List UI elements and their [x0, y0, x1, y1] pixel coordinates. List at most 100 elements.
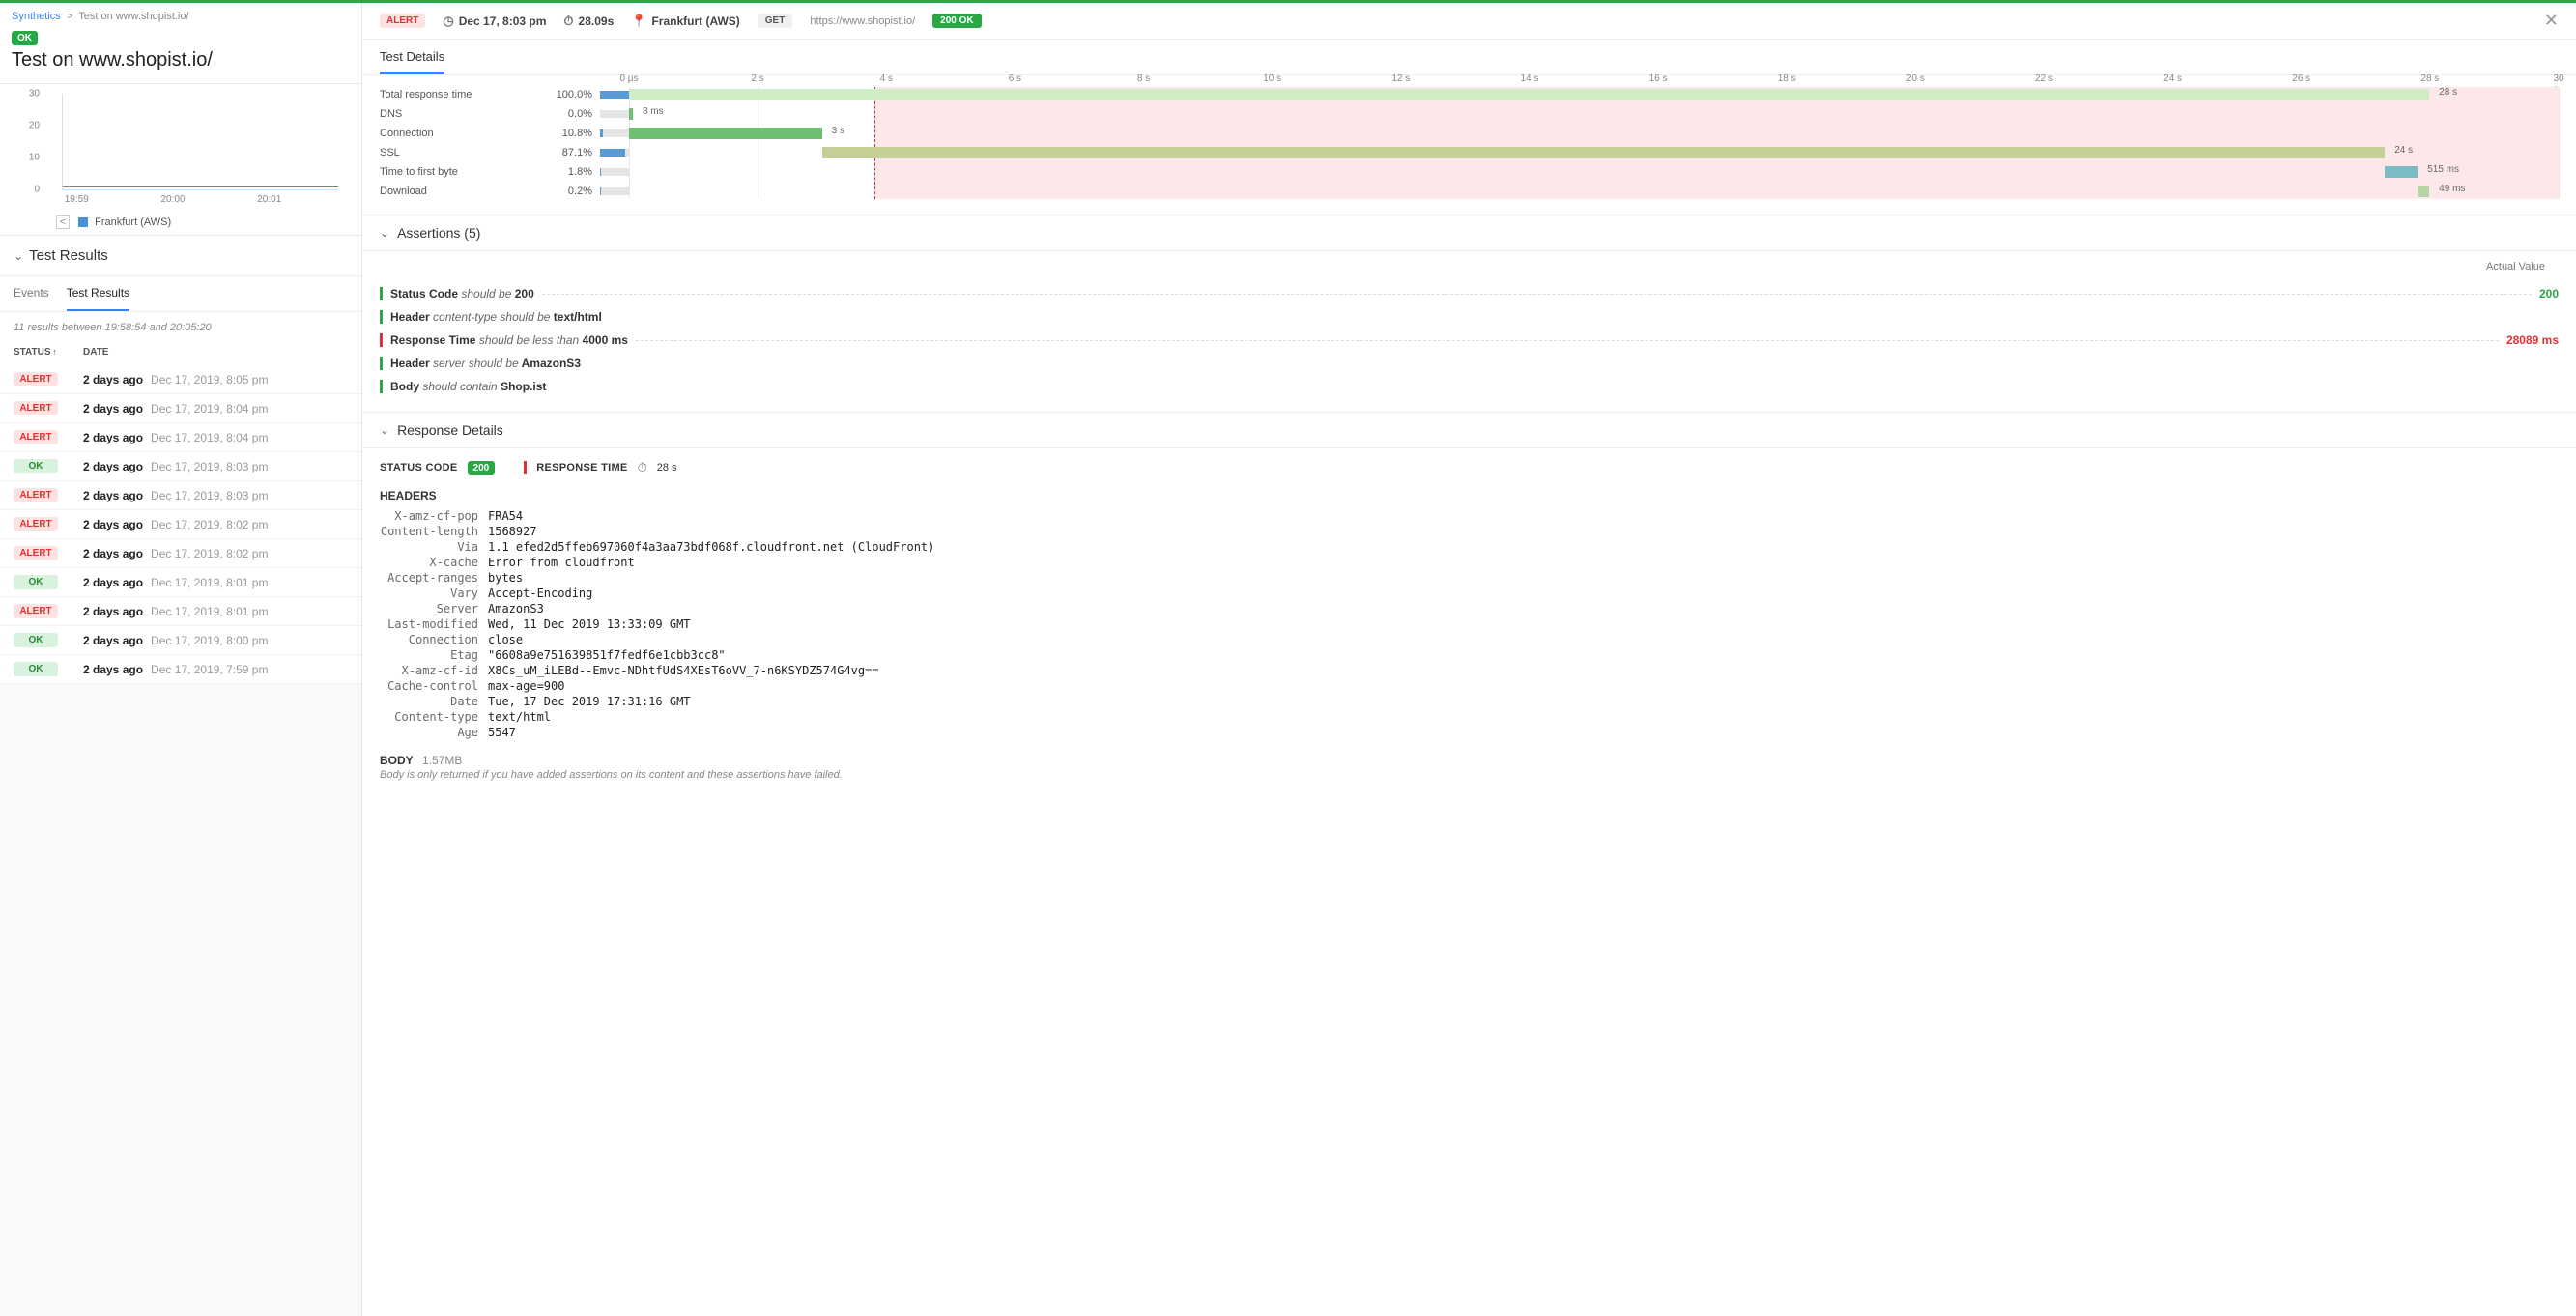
header-row: Via1.1 efed2d5ffeb697060f4a3aa73bdf068f.… — [380, 539, 2559, 555]
header-key: X-amz-cf-id — [380, 664, 478, 677]
table-row[interactable]: OK2 days agoDec 17, 2019, 8:01 pm — [0, 568, 361, 597]
tab-events[interactable]: Events — [14, 276, 49, 311]
waterfall-fail-region — [874, 87, 2559, 199]
breadcrumb-root[interactable]: Synthetics — [12, 11, 61, 22]
breadcrumb: Synthetics > Test on www.shopist.io/ — [12, 11, 350, 22]
header-key: Server — [380, 602, 478, 615]
waterfall-threshold-line — [874, 87, 875, 199]
status-code-badge: 200 — [468, 461, 496, 475]
assertion-status-bar — [380, 310, 383, 324]
waterfall-minibar — [600, 91, 629, 99]
date-relative: 2 days ago — [83, 605, 143, 618]
waterfall-tick: 8 s — [1137, 73, 1150, 84]
assertion-row: Body should contain Shop.ist — [380, 375, 2559, 398]
table-row[interactable]: OK2 days agoDec 17, 2019, 8:00 pm — [0, 626, 361, 655]
header-key: X-cache — [380, 556, 478, 569]
http-method-pill: GET — [758, 14, 793, 28]
waterfall-bar — [629, 108, 633, 120]
waterfall-minibar — [600, 129, 629, 137]
assertions-title: Assertions (5) — [397, 225, 480, 241]
col-date[interactable]: DATE — [83, 347, 348, 358]
date-relative: 2 days ago — [83, 373, 143, 386]
assertion-text: Response Time should be less than 4000 m… — [390, 333, 628, 347]
header-key: Date — [380, 695, 478, 708]
results-meta: 11 results between 19:58:54 and 20:05:20 — [0, 312, 361, 343]
waterfall-tick: 0 μs — [619, 73, 638, 84]
body-size: 1.57MB — [422, 754, 462, 767]
results-table-head: STATUS↑ DATE — [0, 343, 361, 365]
table-row[interactable]: ALERT2 days agoDec 17, 2019, 8:03 pm — [0, 481, 361, 510]
waterfall-bar-label: 8 ms — [643, 106, 664, 117]
chevron-down-icon: ⌄ — [380, 423, 389, 437]
assertion-actual-value: 200 — [2539, 287, 2559, 300]
header-value: Accept-Encoding — [488, 586, 2559, 600]
waterfall-bar — [2418, 186, 2429, 197]
waterfall-bar-label: 24 s — [2394, 145, 2413, 156]
table-row[interactable]: ALERT2 days agoDec 17, 2019, 8:04 pm — [0, 394, 361, 423]
table-row[interactable]: ALERT2 days agoDec 17, 2019, 8:02 pm — [0, 510, 361, 539]
y-tick: 30 — [29, 89, 40, 100]
header-key: Connection — [380, 633, 478, 646]
stopwatch-icon: ⏱ — [563, 14, 573, 29]
date-absolute: Dec 17, 2019, 8:05 pm — [151, 373, 268, 386]
header-key: Content-type — [380, 710, 478, 724]
waterfall-tick: 10 s — [1263, 73, 1281, 84]
test-results-header[interactable]: ⌄ Test Results — [0, 236, 361, 276]
header-value: close — [488, 633, 2559, 646]
table-row[interactable]: ALERT 2 days ago Dec 17, 2019, 8:01 pm — [0, 597, 361, 626]
waterfall-pct: 1.8% — [544, 166, 592, 178]
x-tick: 19:59 — [65, 194, 89, 205]
y-tick: 20 — [29, 121, 40, 131]
header-value: 1568927 — [488, 525, 2559, 538]
close-icon[interactable]: ✕ — [2544, 11, 2559, 31]
response-time-bar — [524, 461, 527, 474]
header-key: Cache-control — [380, 679, 478, 693]
tab-test-results[interactable]: Test Results — [67, 276, 129, 311]
col-status[interactable]: STATUS↑ — [14, 347, 83, 358]
x-tick: 20:00 — [160, 194, 185, 205]
table-row[interactable]: ALERT2 days agoDec 17, 2019, 8:04 pm — [0, 423, 361, 452]
date-relative: 2 days ago — [83, 460, 143, 473]
waterfall-pct: 0.0% — [544, 108, 592, 120]
table-row[interactable]: ALERT2 days agoDec 17, 2019, 8:05 pm — [0, 365, 361, 394]
results-list[interactable]: ALERT 2 days ago Dec 17, 2019, 8:05 pm ALER… — [0, 365, 361, 684]
table-row[interactable]: OK2 days agoDec 17, 2019, 8:03 pm — [0, 452, 361, 481]
header-row: Vary Accept-Encoding — [380, 586, 2559, 601]
header-key: Vary — [380, 586, 478, 600]
status-badge: ALERT — [14, 517, 58, 531]
table-row[interactable]: OK2 days agoDec 17, 2019, 7:59 pm — [0, 655, 361, 684]
pin-icon: 📍 — [631, 14, 646, 29]
table-row[interactable]: ALERT2 days agoDec 17, 2019, 8:02 pm — [0, 539, 361, 568]
header-value: text/html — [488, 710, 2559, 724]
status-badge: OK — [14, 575, 58, 589]
waterfall-label: Connection — [380, 128, 544, 139]
waterfall-section: Total response time 100.0% DNS 0.0% Conn… — [362, 75, 2576, 215]
assertion-actual-value: 28089 ms — [2506, 333, 2559, 347]
status-badge: ALERT — [14, 604, 58, 618]
header-value: AmazonS3 — [488, 602, 2559, 615]
assertion-status-bar — [380, 287, 383, 300]
assertion-status-bar — [380, 333, 383, 347]
date-absolute: Dec 17, 2019, 8:04 pm — [151, 402, 268, 415]
tab-test-details[interactable]: Test Details — [380, 40, 444, 74]
waterfall-minibar — [600, 149, 629, 157]
date-absolute: Dec 17, 2019, 8:01 pm — [151, 605, 268, 618]
assertion-text: Header content-type should be text/html — [390, 310, 602, 324]
header-key: Age — [380, 726, 478, 739]
page-title: Test on www.shopist.io/ — [12, 49, 350, 72]
date-relative: 2 days ago — [83, 489, 143, 502]
legend-prev-button[interactable]: < — [56, 215, 70, 229]
header-row: X-amz-cf-popFRA54 — [380, 508, 2559, 524]
assertions-header[interactable]: ⌄ Assertions (5) — [362, 215, 2576, 251]
header-key: Content-length — [380, 525, 478, 538]
header-value: 5547 — [488, 726, 2559, 739]
stopwatch-icon: ⏱ — [638, 460, 647, 475]
header-row: Age 5547 — [380, 725, 2559, 740]
waterfall-pct: 100.0% — [544, 89, 592, 100]
response-details-header[interactable]: ⌄ Response Details — [362, 413, 2576, 448]
header-row: DateTue, 17 Dec 2019 17:31:16 GMT — [380, 694, 2559, 709]
waterfall-tick: 16 s — [1649, 73, 1668, 84]
assertion-text: Header server should be AmazonS3 — [390, 357, 581, 370]
date-absolute: Dec 17, 2019, 7:59 pm — [151, 663, 268, 676]
waterfall-pct: 0.2% — [544, 186, 592, 197]
